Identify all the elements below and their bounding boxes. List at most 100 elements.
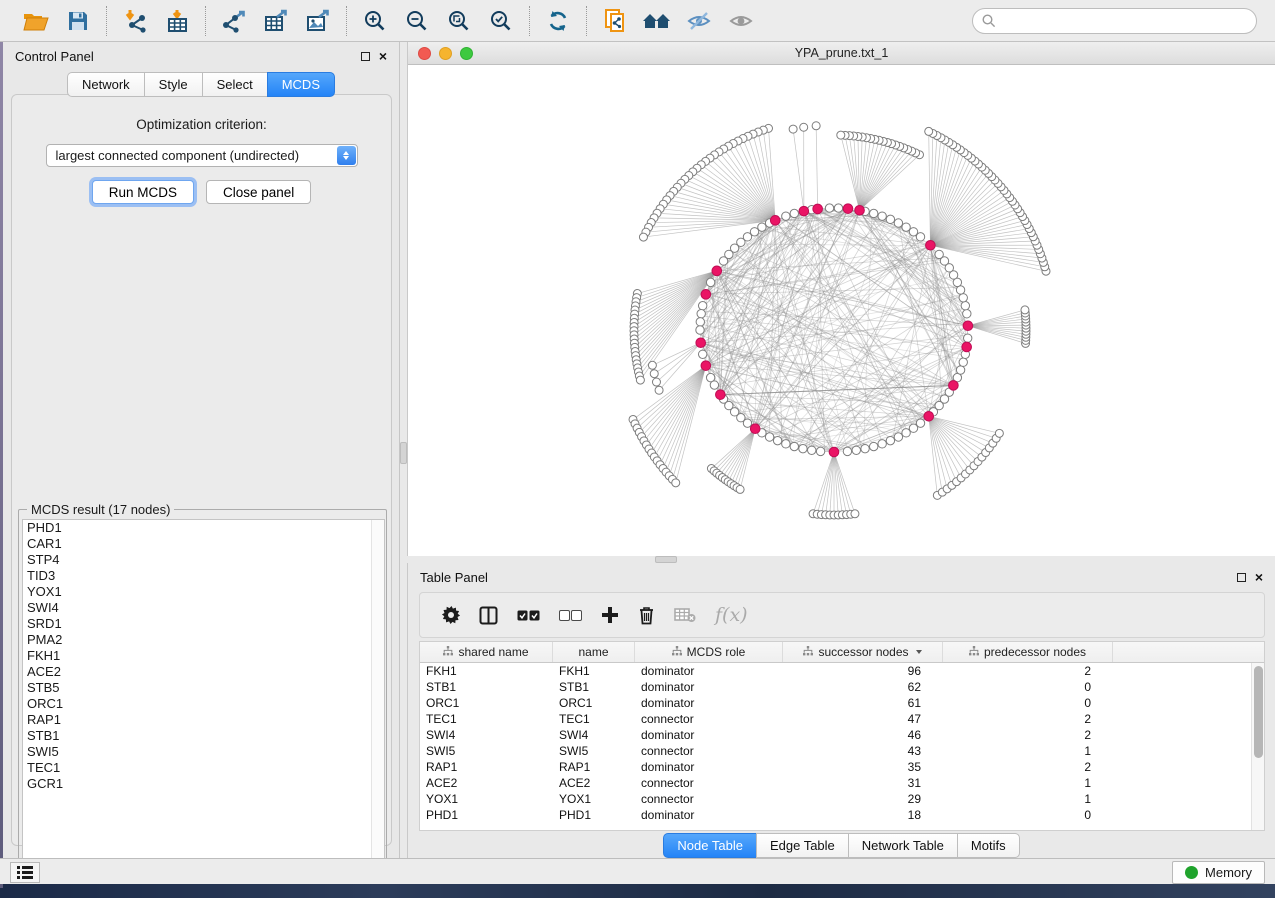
tab-mcds[interactable]: MCDS: [267, 72, 335, 97]
horizontal-splitter[interactable]: [407, 556, 1275, 563]
run-mcds-button[interactable]: Run MCDS: [92, 180, 194, 204]
table-row[interactable]: RAP1RAP1dominator352: [420, 759, 1264, 775]
delete-column-trash-icon[interactable]: [638, 606, 655, 625]
refresh-icon[interactable]: [540, 5, 576, 37]
table-cell: dominator: [635, 680, 783, 694]
mcds-list-scrollbar[interactable]: [371, 520, 384, 877]
mcds-result-item[interactable]: STB1: [23, 728, 384, 744]
table-cell: ACE2: [420, 776, 553, 790]
network-view-window: YPA_prune.txt_1: [407, 42, 1275, 556]
table-scrollbar[interactable]: [1251, 663, 1264, 831]
mcds-result-item[interactable]: STB5: [23, 680, 384, 696]
mcds-result-item[interactable]: GCR1: [23, 776, 384, 792]
control-panel: Control Panel × Network Style Select MCD…: [3, 42, 400, 858]
table-row[interactable]: TEC1TEC1connector472: [420, 711, 1264, 727]
column-view-icon[interactable]: [479, 606, 498, 625]
table-row[interactable]: FKH1FKH1dominator962: [420, 663, 1264, 679]
table-row[interactable]: ORC1ORC1dominator610: [420, 695, 1264, 711]
splitter-grip[interactable]: [655, 556, 677, 563]
open-folder-icon[interactable]: [18, 5, 54, 37]
float-panel-icon[interactable]: [1237, 573, 1246, 582]
network-graph-canvas[interactable]: [408, 65, 1275, 556]
table-row[interactable]: SWI5SWI5connector431: [420, 743, 1264, 759]
column-header[interactable]: predecessor nodes: [943, 642, 1113, 662]
show-all-eye-icon[interactable]: [723, 5, 759, 37]
search-input[interactable]: [1002, 13, 1247, 28]
first-neighbors-icon[interactable]: [639, 5, 675, 37]
copy-network-icon[interactable]: [597, 5, 633, 37]
mcds-result-item[interactable]: TID3: [23, 568, 384, 584]
network-window-titlebar[interactable]: YPA_prune.txt_1: [408, 42, 1275, 65]
delete-table-icon[interactable]: [674, 607, 696, 623]
export-image-icon[interactable]: [300, 5, 336, 37]
tab-select[interactable]: Select: [202, 72, 267, 97]
mcds-result-item[interactable]: RAP1: [23, 712, 384, 728]
tab-style[interactable]: Style: [144, 72, 202, 97]
save-icon[interactable]: [60, 5, 96, 37]
mcds-result-item[interactable]: PHD1: [23, 520, 384, 536]
mcds-result-item[interactable]: YOX1: [23, 584, 384, 600]
table-row[interactable]: SWI4SWI4dominator462: [420, 727, 1264, 743]
mcds-result-item[interactable]: STP4: [23, 552, 384, 568]
tab-motifs[interactable]: Motifs: [957, 833, 1020, 858]
mcds-result-item[interactable]: TEC1: [23, 760, 384, 776]
mcds-result-item[interactable]: SRD1: [23, 616, 384, 632]
table-row[interactable]: STB1STB1dominator620: [420, 679, 1264, 695]
table-cell: SWI4: [553, 728, 635, 742]
hide-selected-eye-icon[interactable]: [681, 5, 717, 37]
mcds-result-item[interactable]: SWI5: [23, 744, 384, 760]
zoom-fit-icon[interactable]: [441, 5, 477, 37]
export-network-icon[interactable]: [216, 5, 252, 37]
application-window: Control Panel × Network Style Select MCD…: [0, 0, 1275, 898]
table-cell: 1: [943, 776, 1113, 790]
column-header[interactable]: MCDS role: [635, 642, 783, 662]
memory-button[interactable]: Memory: [1172, 861, 1265, 884]
search-field[interactable]: [972, 8, 1257, 34]
select-all-checkboxes-icon[interactable]: [517, 610, 540, 621]
splitter-grip[interactable]: [400, 442, 407, 464]
column-header[interactable]: name: [553, 642, 635, 662]
scrollbar-thumb[interactable]: [1254, 666, 1263, 758]
tab-network[interactable]: Network: [67, 72, 144, 97]
deselect-all-checkboxes-icon[interactable]: [559, 610, 582, 621]
criterion-dropdown[interactable]: largest connected component (undirected): [46, 144, 358, 167]
column-header[interactable]: shared name: [420, 642, 553, 662]
mcds-result-item[interactable]: PMA2: [23, 632, 384, 648]
mcds-result-item[interactable]: CAR1: [23, 536, 384, 552]
dropdown-stepper-icon: [337, 146, 356, 165]
task-history-button[interactable]: [10, 862, 40, 883]
function-builder-icon[interactable]: f(x): [715, 604, 748, 626]
table-row[interactable]: YOX1YOX1connector291: [420, 791, 1264, 807]
zoom-selected-icon[interactable]: [483, 5, 519, 37]
node-table[interactable]: shared namenameMCDS rolesuccessor nodesp…: [419, 641, 1265, 831]
import-network-icon[interactable]: [117, 5, 153, 37]
zoom-out-icon[interactable]: [399, 5, 435, 37]
tab-node-table[interactable]: Node Table: [663, 833, 756, 858]
table-row[interactable]: ACE2ACE2connector311: [420, 775, 1264, 791]
mcds-result-item[interactable]: FKH1: [23, 648, 384, 664]
table-cell: connector: [635, 712, 783, 726]
mcds-result-list[interactable]: PHD1CAR1STP4TID3YOX1SWI4SRD1PMA2FKH1ACE2…: [22, 519, 385, 878]
close-panel-button[interactable]: Close panel: [206, 180, 311, 204]
toolbar-separator: [586, 6, 587, 36]
settings-gear-icon[interactable]: [442, 606, 460, 624]
tab-edge-table[interactable]: Edge Table: [756, 833, 848, 858]
table-panel-title: Table Panel: [420, 570, 488, 585]
float-panel-icon[interactable]: [361, 52, 370, 61]
import-table-icon[interactable]: [159, 5, 195, 37]
close-panel-icon[interactable]: ×: [379, 52, 387, 61]
column-header[interactable]: successor nodes: [783, 642, 943, 662]
table-cell: 2: [943, 760, 1113, 774]
table-cell: 0: [943, 696, 1113, 710]
tab-network-table[interactable]: Network Table: [848, 833, 957, 858]
mcds-result-item[interactable]: ACE2: [23, 664, 384, 680]
vertical-splitter[interactable]: [400, 42, 407, 858]
close-panel-icon[interactable]: ×: [1255, 573, 1263, 582]
zoom-in-icon[interactable]: [357, 5, 393, 37]
mcds-result-item[interactable]: SWI4: [23, 600, 384, 616]
table-row[interactable]: PHD1PHD1dominator180: [420, 807, 1264, 823]
mcds-result-item[interactable]: ORC1: [23, 696, 384, 712]
export-table-icon[interactable]: [258, 5, 294, 37]
add-column-icon[interactable]: [601, 606, 619, 624]
table-cell: connector: [635, 792, 783, 806]
